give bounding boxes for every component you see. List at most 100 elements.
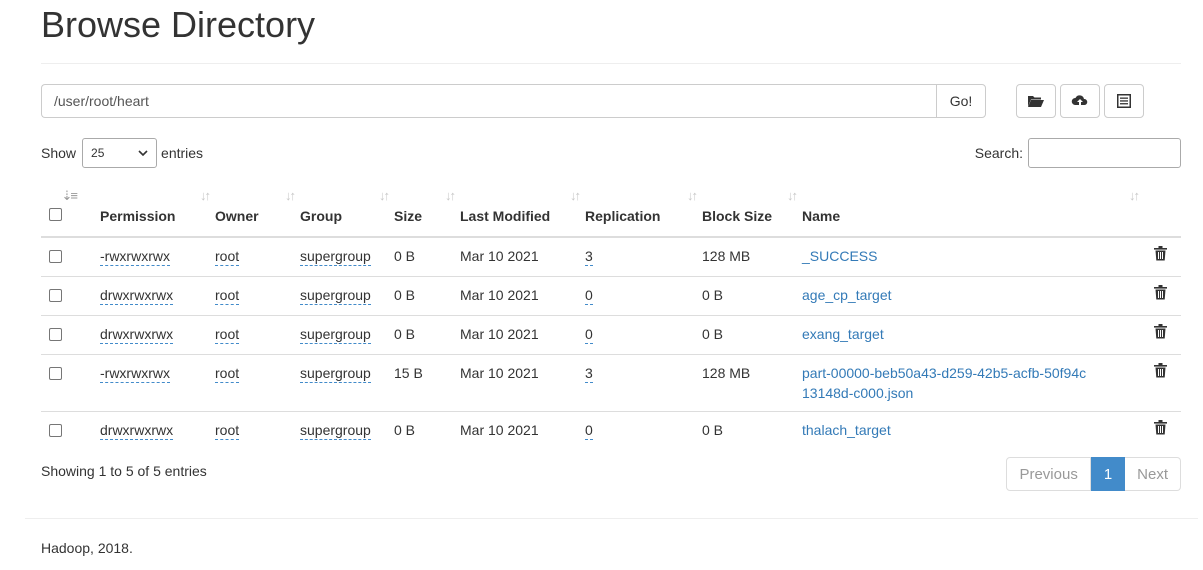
table-row: drwxrwxrwx root supergroup 0 B Mar 10 20… [41,411,1181,450]
trash-icon[interactable] [1154,246,1167,261]
modified-cell: Mar 10 2021 [460,236,585,277]
modified-cell: Mar 10 2021 [460,411,585,450]
row-checkbox[interactable] [49,367,62,380]
group-cell[interactable]: supergroup [300,326,371,344]
replication-cell[interactable]: 0 [585,422,593,440]
trash-icon[interactable] [1154,363,1167,378]
trash-icon[interactable] [1154,324,1167,339]
footer-divider [25,518,1198,519]
column-header-owner[interactable]: Owner ↓↑ [215,180,300,238]
table-row: drwxrwxrwx root supergroup 0 B Mar 10 20… [41,315,1181,355]
owner-cell[interactable]: root [215,326,240,344]
column-header-group[interactable]: Group ↓↑ [300,180,394,238]
row-checkbox[interactable] [49,250,62,263]
group-cell[interactable]: supergroup [300,422,371,440]
size-cell: 0 B [394,315,460,355]
column-header-last-modified[interactable]: Last Modified ↓↑ [460,180,585,238]
file-name-link[interactable]: _SUCCESS [802,248,877,264]
file-name-link[interactable]: thalach_target [802,422,891,438]
page-1-button[interactable]: 1 [1090,457,1126,491]
search-input[interactable] [1028,138,1181,168]
select-all-checkbox[interactable] [49,208,62,221]
owner-cell[interactable]: root [215,365,240,383]
select-all-header: ⇣≡ [41,180,100,238]
modified-cell: Mar 10 2021 [460,354,585,412]
file-table: ⇣≡ Permission ↓↑ Owner ↓↑ Group ↓↑ Size ↓↑ L… [41,180,1181,450]
permission-cell[interactable]: drwxrwxrwx [100,287,174,305]
table-info: Showing 1 to 5 of 5 entries [41,463,207,479]
sort-asc-icon[interactable]: ⇣≡ [62,186,79,206]
file-name-link[interactable]: age_cp_target [802,287,892,303]
column-header-permission[interactable]: Permission ↓↑ [100,180,215,238]
entries-per-page-value: 25 [91,146,105,160]
path-bar: Go! [41,84,986,118]
column-header-replication[interactable]: Replication ↓↑ [585,180,702,238]
sort-icon: ↓↑ [200,188,211,203]
group-cell[interactable]: supergroup [300,248,371,266]
next-page-button[interactable]: Next [1125,457,1181,491]
sort-icon: ↓↑ [379,188,390,203]
chevron-down-icon [138,150,148,156]
create-directory-button[interactable] [1016,84,1056,118]
replication-cell[interactable]: 0 [585,326,593,344]
title-divider [41,63,1181,64]
block-size-cell: 0 B [702,411,802,450]
folder-open-icon [1028,96,1044,107]
search-control: Search: [975,138,1181,168]
row-checkbox[interactable] [49,328,62,341]
permission-cell[interactable]: drwxrwxrwx [100,326,174,344]
table-header-row: ⇣≡ Permission ↓↑ Owner ↓↑ Group ↓↑ Size ↓↑ L… [41,180,1181,238]
length-control: Show 25 entries [41,138,203,168]
sort-icon: ↓↑ [285,188,296,203]
table-row: -rwxrwxrwx root supergroup 0 B Mar 10 20… [41,236,1181,277]
permission-cell[interactable]: drwxrwxrwx [100,422,174,440]
size-cell: 0 B [394,236,460,277]
row-checkbox[interactable] [49,289,62,302]
column-header-actions [1132,180,1181,238]
sort-icon: ↓↑ [687,188,698,203]
trash-icon[interactable] [1154,420,1167,435]
trash-icon[interactable] [1154,285,1167,300]
page-title: Browse Directory [41,4,316,45]
modified-cell: Mar 10 2021 [460,276,585,316]
sort-icon: ↓↑ [570,188,581,203]
owner-cell[interactable]: root [215,248,240,266]
cut-paste-button[interactable] [1104,84,1144,118]
sort-icon: ↓↑ [445,188,456,203]
previous-page-button[interactable]: Previous [1006,457,1091,491]
size-cell: 15 B [394,354,460,412]
table-row: -rwxrwxrwx root supergroup 15 B Mar 10 2… [41,354,1181,412]
owner-cell[interactable]: root [215,287,240,305]
table-row: drwxrwxrwx root supergroup 0 B Mar 10 20… [41,276,1181,316]
cloud-upload-icon [1071,95,1088,107]
block-size-cell: 0 B [702,276,802,316]
entries-label: entries [161,145,204,161]
group-cell[interactable]: supergroup [300,287,371,305]
block-size-cell: 0 B [702,315,802,355]
group-cell[interactable]: supergroup [300,365,371,383]
entries-per-page-select[interactable]: 25 [82,138,158,168]
footer-credit: Hadoop, 2018. [41,540,133,556]
row-checkbox[interactable] [49,424,62,437]
pagination: Previous 1 Next [1006,457,1181,491]
upload-button[interactable] [1060,84,1100,118]
block-size-cell: 128 MB [702,354,802,412]
column-header-name[interactable]: Name ↓↑ [802,180,1140,238]
search-label: Search: [974,145,1023,161]
column-header-size[interactable]: Size ↓↑ [394,180,460,238]
permission-cell[interactable]: -rwxrwxrwx [100,248,170,266]
modified-cell: Mar 10 2021 [460,315,585,355]
file-name-link[interactable]: exang_target [802,326,884,342]
block-size-cell: 128 MB [702,236,802,277]
replication-cell[interactable]: 3 [585,365,593,383]
path-input[interactable] [41,84,936,118]
show-label: Show [41,145,77,161]
file-name-link[interactable]: part-00000-beb50a43-d259-42b5-acfb-50f94… [802,365,1086,401]
owner-cell[interactable]: root [215,422,240,440]
sort-icon: ↓↑ [787,188,798,203]
go-button[interactable]: Go! [936,84,986,118]
column-header-block-size[interactable]: Block Size ↓↑ [702,180,802,238]
permission-cell[interactable]: -rwxrwxrwx [100,365,170,383]
replication-cell[interactable]: 0 [585,287,593,305]
replication-cell[interactable]: 3 [585,248,593,266]
